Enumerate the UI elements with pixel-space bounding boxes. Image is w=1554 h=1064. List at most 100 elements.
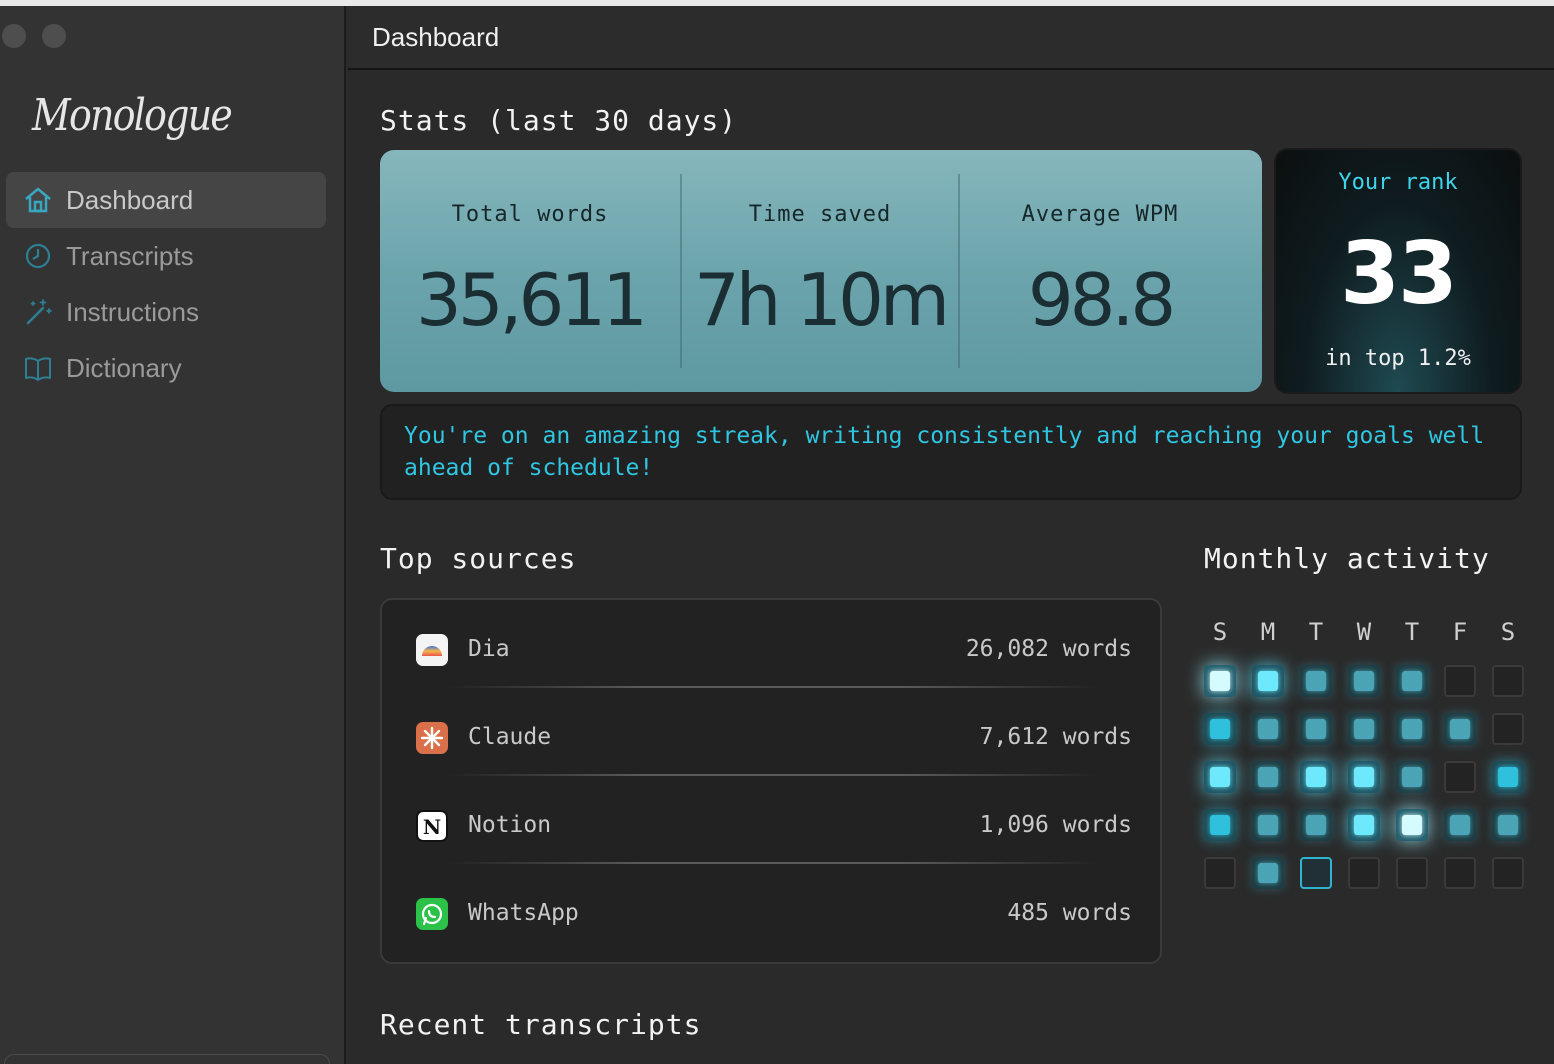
source-name: WhatsApp (468, 900, 579, 926)
stat-average-wpm: Average WPM 98.8 (960, 150, 1240, 392)
activity-day[interactable] (1492, 809, 1524, 841)
activity-day[interactable] (1444, 809, 1476, 841)
book-icon (22, 352, 54, 384)
activity-intensity (1450, 719, 1470, 739)
source-name: Notion (468, 812, 552, 838)
stat-time-saved: Time saved 7h 10m (682, 150, 958, 392)
stat-value: 7h 10m (693, 258, 950, 342)
source-row-dia[interactable]: Dia 26,082 words (382, 600, 1164, 688)
activity-day[interactable] (1492, 761, 1524, 793)
activity-day[interactable] (1348, 713, 1380, 745)
activity-day-empty[interactable] (1444, 665, 1476, 697)
top-sources-heading: Top sources (380, 542, 577, 575)
source-word-count: 7,612 words (979, 724, 1132, 750)
streak-message: You're on an amazing streak, writing con… (380, 404, 1522, 500)
app-logo: Monologue (32, 90, 233, 141)
activity-day[interactable] (1204, 665, 1236, 697)
activity-day-empty[interactable] (1492, 713, 1524, 745)
stat-value: 35,611 (416, 258, 648, 342)
activity-intensity (1402, 671, 1422, 691)
source-row-notion[interactable]: N Notion 1,096 words (382, 776, 1164, 864)
activity-day[interactable] (1396, 665, 1428, 697)
stats-card: Total words 35,611 Time saved 7h 10m Ave… (380, 150, 1262, 392)
window-minimize-button[interactable] (42, 24, 66, 48)
activity-intensity (1354, 815, 1374, 835)
activity-intensity (1402, 767, 1422, 787)
activity-intensity (1402, 719, 1422, 739)
activity-day-empty[interactable] (1492, 665, 1524, 697)
activity-day-empty[interactable] (1348, 857, 1380, 889)
activity-day[interactable] (1204, 713, 1236, 745)
activity-intensity (1210, 671, 1230, 691)
activity-intensity (1210, 767, 1230, 787)
activity-day[interactable] (1300, 665, 1332, 697)
sidebar-item-dashboard[interactable]: Dashboard (6, 172, 326, 228)
activity-intensity (1210, 815, 1230, 835)
activity-day-today[interactable] (1300, 857, 1332, 889)
activity-day-empty[interactable] (1396, 857, 1428, 889)
activity-intensity (1210, 719, 1230, 739)
activity-day-empty[interactable] (1444, 857, 1476, 889)
sidebar-item-label: Transcripts (66, 240, 194, 271)
rank-card: Your rank 33 in top 1.2% (1274, 148, 1522, 394)
stats-heading: Stats (last 30 days) (380, 104, 738, 137)
activity-day[interactable] (1348, 761, 1380, 793)
sidebar-item-transcripts[interactable]: Transcripts (6, 228, 326, 284)
activity-day[interactable] (1396, 713, 1428, 745)
rank-label: Your rank (1338, 170, 1458, 195)
activity-day[interactable] (1396, 809, 1428, 841)
activity-intensity (1258, 719, 1278, 739)
claude-app-icon (416, 722, 448, 754)
activity-intensity (1354, 671, 1374, 691)
activity-day[interactable] (1204, 761, 1236, 793)
activity-day-empty[interactable] (1204, 857, 1236, 889)
activity-day[interactable] (1444, 713, 1476, 745)
activity-intensity (1498, 815, 1518, 835)
activity-intensity (1258, 863, 1278, 883)
sidebar-footer (4, 1054, 330, 1064)
activity-day[interactable] (1348, 809, 1380, 841)
activity-day[interactable] (1396, 761, 1428, 793)
clock-icon (22, 240, 54, 272)
dia-app-icon (416, 634, 448, 666)
activity-day-empty[interactable] (1444, 761, 1476, 793)
top-sources-list: Dia 26,082 words Claude 7,612 words N No… (380, 598, 1162, 964)
activity-day[interactable] (1300, 713, 1332, 745)
rank-value: 33 (1340, 224, 1458, 324)
stat-label: Total words (451, 202, 609, 227)
source-word-count: 485 words (1007, 900, 1132, 926)
activity-intensity (1402, 815, 1422, 835)
activity-day[interactable] (1252, 857, 1284, 889)
weekday-label: F (1452, 618, 1468, 646)
main-content: Dashboard Stats (last 30 days) Total wor… (348, 6, 1554, 1064)
activity-day[interactable] (1300, 809, 1332, 841)
activity-day[interactable] (1300, 761, 1332, 793)
sidebar-item-instructions[interactable]: Instructions (6, 284, 326, 340)
sidebar: Monologue Dashboard Transcripts Instruct… (0, 6, 346, 1064)
sidebar-item-dictionary[interactable]: Dictionary (6, 340, 326, 396)
stat-label: Average WPM (1021, 202, 1179, 227)
activity-day[interactable] (1204, 809, 1236, 841)
source-row-claude[interactable]: Claude 7,612 words (382, 688, 1164, 776)
stat-value: 98.8 (1027, 258, 1176, 342)
activity-day[interactable] (1252, 665, 1284, 697)
window-close-button[interactable] (2, 24, 26, 48)
weekday-label: T (1404, 618, 1420, 646)
activity-intensity (1258, 767, 1278, 787)
activity-day[interactable] (1252, 809, 1284, 841)
activity-day[interactable] (1252, 713, 1284, 745)
magic-wand-icon (22, 296, 54, 328)
svg-text:N: N (423, 815, 441, 839)
rank-percentile: in top 1.2% (1325, 346, 1471, 371)
sidebar-nav: Dashboard Transcripts Instructions Dicti… (6, 172, 326, 396)
activity-intensity (1306, 767, 1326, 787)
source-row-whatsapp[interactable]: WhatsApp 485 words (382, 864, 1164, 952)
activity-day-empty[interactable] (1492, 857, 1524, 889)
source-name: Dia (468, 636, 510, 662)
activity-day[interactable] (1348, 665, 1380, 697)
activity-intensity (1306, 719, 1326, 739)
monthly-activity-heading: Monthly activity (1204, 542, 1490, 575)
sidebar-item-label: Dashboard (66, 184, 194, 215)
page-title: Dashboard (372, 22, 500, 52)
activity-day[interactable] (1252, 761, 1284, 793)
